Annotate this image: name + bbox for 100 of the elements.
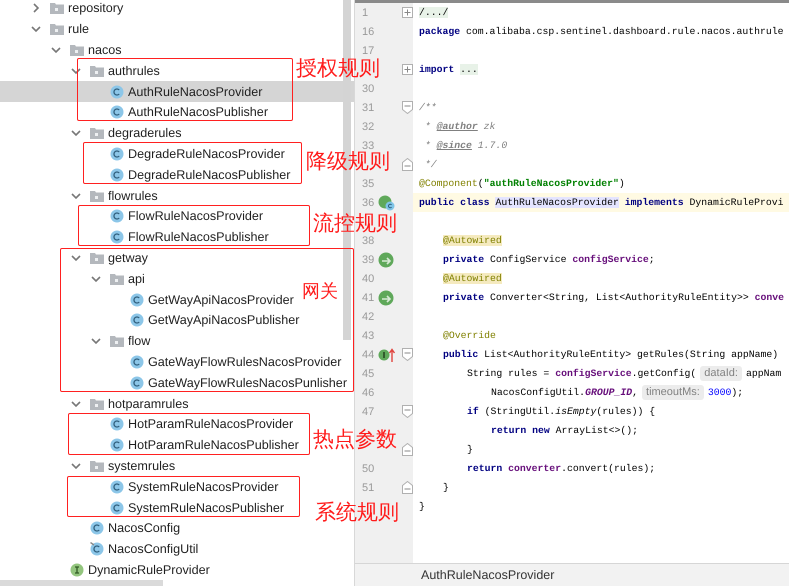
class-icon	[110, 146, 124, 161]
code-text: NacosConfigUtil.	[491, 387, 586, 398]
breadcrumb[interactable]: AuthRuleNacosProvider	[421, 568, 554, 582]
tree-item[interactable]: GateWayFlowRulesNacosPunlisher	[108, 372, 348, 394]
folder-icon	[90, 64, 104, 77]
code-text: appNam	[746, 368, 782, 379]
tree-item[interactable]: AuthRuleNacosPublisher	[88, 102, 268, 123]
line-number: 17	[362, 44, 374, 56]
code-line: * @author zk	[424, 121, 496, 132]
line-number: 32	[362, 120, 374, 132]
code-line: public List<AuthorityRuleEntity> getRules(String appName)	[443, 349, 778, 360]
code-line: @Override	[443, 330, 496, 341]
fold-end-icon[interactable]	[402, 443, 413, 456]
folder-icon	[70, 44, 84, 56]
tree-item[interactable]: rule	[28, 18, 89, 40]
line-number: 47	[362, 406, 374, 418]
tree-item[interactable]: GateWayFlowRulesNacosProvider	[108, 352, 342, 372]
code-line: return converter.convert(rules);	[467, 463, 656, 474]
annotation-label: 热点参数	[313, 428, 397, 450]
class-icon	[110, 480, 124, 494]
line-number: 38	[362, 234, 374, 246]
fold-minus-icon[interactable]	[402, 101, 413, 114]
tree-item[interactable]: api	[88, 268, 145, 290]
tree-item[interactable]: FlowRuleNacosProvider	[88, 206, 264, 227]
tree-item[interactable]: DegradeRuleNacosProvider	[88, 144, 285, 164]
annotation-label: 流控规则	[313, 212, 397, 234]
line-number: 31	[362, 102, 374, 114]
folder-icon	[50, 23, 64, 36]
line-number: 42	[362, 310, 374, 322]
line-number: 46	[362, 386, 374, 398]
class-marked-icon	[90, 542, 104, 556]
line-number: 16	[362, 26, 374, 38]
folder-icon	[110, 272, 124, 285]
fold-minus-icon[interactable]	[402, 405, 413, 418]
tree-item[interactable]: DegradeRuleNacosPublisher	[88, 164, 290, 186]
tree-item[interactable]: getway	[68, 248, 148, 268]
class-implemented-icon[interactable]	[378, 194, 396, 210]
tree-item[interactable]: SystemRuleNacosProvider	[88, 476, 278, 498]
class-icon	[90, 521, 104, 536]
class-icon	[110, 209, 124, 224]
code-line: package com.alibaba.csp.sentinel.dashboard.rule.nacos.authrule	[419, 26, 784, 37]
tree-item[interactable]: HotParamRuleNacosPublisher	[88, 434, 299, 456]
class-icon	[130, 313, 144, 328]
class-icon	[130, 376, 144, 390]
code-line: */	[424, 159, 437, 170]
tree-item[interactable]: GetWayApiNacosProvider	[108, 289, 294, 310]
tree-item[interactable]: DynamicRuleProvider	[48, 560, 210, 580]
folder-icon	[90, 190, 104, 202]
fold-end-icon[interactable]	[402, 481, 413, 494]
fold-minus-icon[interactable]	[402, 348, 413, 361]
tree-item[interactable]: FlowRuleNacosPublisher	[88, 226, 269, 248]
line-number: 40	[362, 272, 374, 284]
folder-icon	[90, 398, 104, 410]
code-line: }	[419, 501, 425, 512]
code-text: 3000	[708, 387, 732, 398]
tree-item[interactable]: authrules	[68, 60, 160, 82]
annotation-label: 降级规则	[306, 150, 390, 172]
code-line: /**	[419, 102, 437, 113]
annotation-label: 授权规则	[296, 57, 380, 80]
class-icon	[110, 438, 124, 452]
tree-item[interactable]: flow	[88, 330, 150, 352]
annotation-label: 网关	[302, 283, 338, 302]
code-line: }	[467, 444, 473, 455]
tree-item[interactable]: systemrules	[68, 456, 176, 476]
line-number: 1	[362, 6, 368, 18]
code-line: if (StringUtil.isEmpty(rules)) {	[467, 406, 656, 417]
tree-item[interactable]: hotparamrules	[68, 393, 189, 414]
class-icon	[110, 105, 124, 120]
tree-item[interactable]: NacosConfigUtil	[68, 538, 198, 560]
line-number: 50	[362, 462, 374, 474]
folder-icon	[90, 460, 104, 472]
implements-method-icon[interactable]	[378, 346, 396, 362]
line-number: 51	[362, 482, 374, 494]
class-icon	[130, 354, 144, 369]
tree-item[interactable]: NacosConfig	[68, 518, 180, 539]
tree-item[interactable]: flowrules	[68, 185, 158, 206]
tree-item[interactable]: nacos	[48, 40, 122, 60]
fold-plus-icon[interactable]	[402, 64, 413, 75]
scrollbar-thumb[interactable]	[0, 580, 163, 586]
tree-item[interactable]: repository	[28, 0, 124, 19]
code-text: configService	[555, 368, 632, 379]
tree-item[interactable]: degraderules	[68, 122, 182, 144]
class-icon	[110, 417, 124, 432]
tree-item[interactable]: GetWayApiNacosPublisher	[108, 310, 300, 331]
line-number: 39	[362, 254, 374, 266]
folder-icon	[90, 127, 104, 140]
class-icon	[130, 292, 144, 307]
line-number: 41	[362, 292, 374, 304]
line-number: 44	[362, 348, 374, 360]
line-number: 36	[362, 196, 374, 208]
code-text: .getConfig(	[632, 368, 696, 379]
code-line: @Component("authRuleNacosProvider")	[419, 178, 625, 189]
code-line: private ConfigService configService;	[443, 254, 655, 265]
code-line: import ...	[419, 64, 478, 75]
fold-plus-icon[interactable]	[402, 7, 413, 18]
tree-item[interactable]: HotParamRuleNacosProvider	[88, 414, 294, 435]
folder-icon	[110, 335, 124, 348]
tree-item[interactable]: SystemRuleNacosPublisher	[88, 497, 284, 518]
fold-end-icon[interactable]	[402, 158, 413, 171]
class-icon	[110, 168, 124, 182]
